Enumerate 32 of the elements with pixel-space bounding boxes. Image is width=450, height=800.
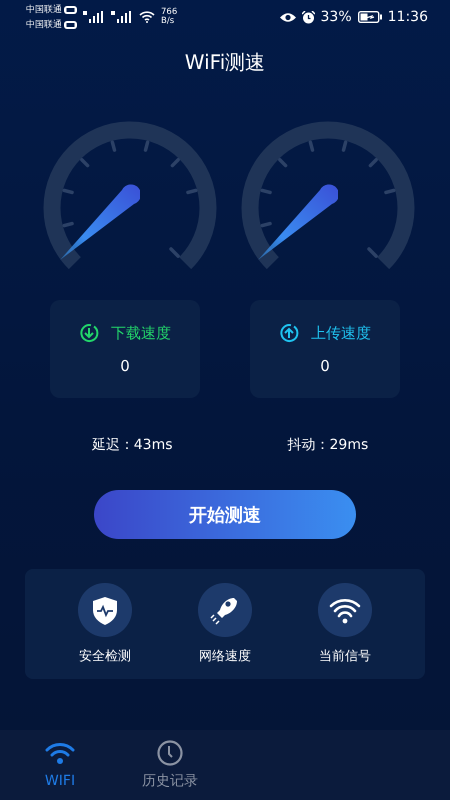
signal-icon <box>83 11 105 23</box>
feature-label: 安全检测 <box>79 648 131 665</box>
speed-value: 0 <box>320 357 330 375</box>
page-title: WiFi测速 <box>184 49 266 76</box>
feature-label: 网络速度 <box>199 648 251 665</box>
wifi-icon <box>45 741 75 767</box>
stat-text: 抖动：29ms <box>288 436 368 454</box>
signal-icon <box>111 11 133 23</box>
network-speed: B/s <box>161 17 176 26</box>
nav-tab[interactable]: 历史记录 <box>120 730 220 800</box>
carrier-name: 中国联通 <box>26 18 62 31</box>
alarm-icon <box>302 10 315 24</box>
nav-tab[interactable]: WIFI <box>10 730 110 800</box>
wifi-icon <box>139 11 155 23</box>
wifi-icon[interactable] <box>318 583 372 637</box>
hd-icon <box>64 20 77 28</box>
speed-value: 0 <box>120 357 130 375</box>
feature-label: 当前信号 <box>319 648 371 665</box>
clock-icon <box>155 740 185 766</box>
stat-text: 延迟：43ms <box>92 436 172 454</box>
rocket-icon[interactable] <box>198 583 252 637</box>
battery-percent: 33% <box>320 9 352 25</box>
clock-time: 11:36 <box>388 9 428 25</box>
battery-icon <box>358 11 382 23</box>
carrier-name: 中国联通 <box>26 4 62 16</box>
speed-label: 上传速度 <box>311 324 371 342</box>
speed-label: 下载速度 <box>111 324 171 342</box>
eye-icon <box>280 12 296 22</box>
network-speed: 766 <box>161 8 178 17</box>
hd-icon <box>64 6 77 14</box>
shield-icon[interactable] <box>78 583 132 637</box>
start-test-button[interactable]: 开始测速 <box>94 490 356 539</box>
